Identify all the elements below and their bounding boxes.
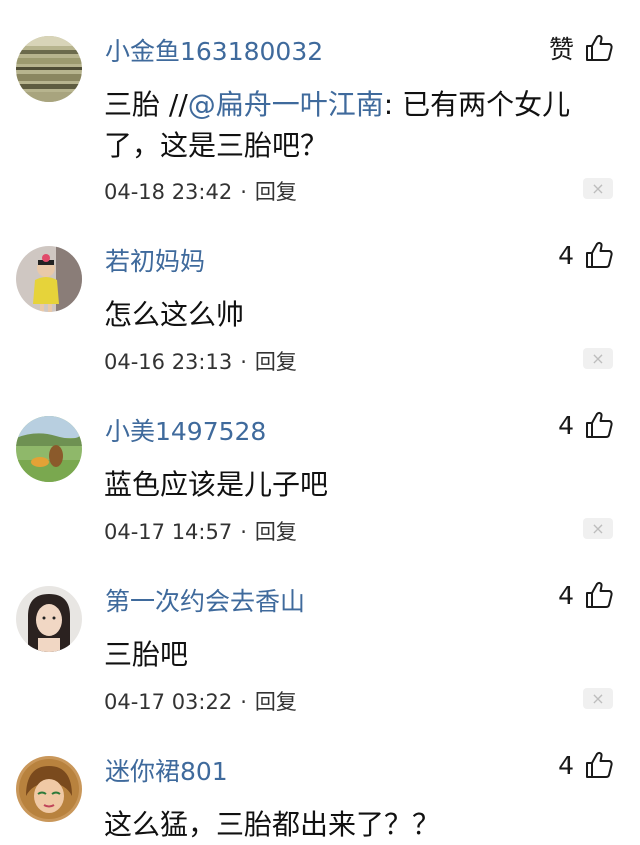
comment-text: 三胎吧 bbox=[104, 638, 189, 671]
thumbs-up-icon bbox=[586, 411, 613, 438]
separator: · bbox=[240, 690, 247, 714]
timestamp: 04-17 14:57 bbox=[104, 520, 233, 544]
thumbs-up-icon bbox=[586, 751, 613, 778]
username[interactable]: 小金鱼163180032 bbox=[105, 32, 323, 68]
comment-meta: 04-16 23:13 · 回复 bbox=[104, 346, 297, 376]
comment-item: 第一次约会去香山 4 三胎吧 04-17 03:22 · 回复 × bbox=[0, 550, 640, 720]
comment-item: 小金鱼163180032 赞 三胎 //@扁舟一叶江南: 已有两个女儿了，这是三… bbox=[0, 0, 640, 220]
like-button[interactable]: 4 bbox=[558, 750, 614, 780]
like-count: 4 bbox=[558, 580, 574, 610]
comment-text: 这么猛，三胎都出来了？？ bbox=[104, 808, 441, 841]
like-count: 4 bbox=[558, 750, 574, 780]
comment-meta: 04-17 14:57 · 回复 bbox=[104, 516, 297, 546]
avatar-image bbox=[16, 756, 82, 822]
comment-item: 小美1497528 4 蓝色应该是儿子吧 04-17 14:57 · 回复 × bbox=[0, 380, 640, 550]
thumbs-up-icon bbox=[586, 241, 613, 268]
thumbs-up-icon bbox=[586, 34, 613, 61]
comment-list: 小金鱼163180032 赞 三胎 //@扁舟一叶江南: 已有两个女儿了，这是三… bbox=[0, 0, 640, 841]
like-button[interactable]: 4 bbox=[558, 410, 614, 440]
comment-meta: 04-17 03:22 · 回复 bbox=[104, 686, 297, 716]
reply-button[interactable]: 回复 bbox=[255, 690, 297, 714]
comment-text: 三胎 //@扁舟一叶江南: 已有两个女儿了，这是三胎吧？ bbox=[104, 84, 604, 166]
like-button[interactable]: 4 bbox=[558, 580, 614, 610]
timestamp: 04-17 03:22 bbox=[104, 690, 233, 714]
separator: · bbox=[240, 520, 247, 544]
avatar[interactable] bbox=[16, 416, 82, 482]
avatar[interactable] bbox=[16, 756, 82, 822]
username[interactable]: 第一次约会去香山 bbox=[105, 582, 305, 618]
avatar-image bbox=[16, 416, 82, 482]
like-button[interactable]: 赞 bbox=[549, 30, 614, 66]
close-icon[interactable]: × bbox=[583, 178, 613, 199]
username[interactable]: 若初妈妈 bbox=[105, 242, 205, 278]
like-count: 4 bbox=[558, 240, 574, 270]
comment-text: 蓝色应该是儿子吧 bbox=[104, 468, 329, 501]
username[interactable]: 迷你裙801 bbox=[105, 752, 228, 788]
reply-button[interactable]: 回复 bbox=[255, 350, 297, 374]
avatar-image bbox=[16, 246, 82, 312]
comment-item: 迷你裙801 4 这么猛，三胎都出来了？？ bbox=[0, 720, 640, 841]
thumbs-up-icon bbox=[586, 581, 613, 608]
timestamp: 04-16 23:13 bbox=[104, 350, 233, 374]
close-icon[interactable]: × bbox=[583, 518, 613, 539]
reply-button[interactable]: 回复 bbox=[255, 520, 297, 544]
like-button[interactable]: 4 bbox=[558, 240, 614, 270]
avatar-image bbox=[16, 36, 82, 102]
separator: · bbox=[240, 350, 247, 374]
separator: · bbox=[240, 180, 247, 204]
comment-meta: 04-18 23:42 · 回复 bbox=[104, 176, 297, 206]
reply-button[interactable]: 回复 bbox=[255, 180, 297, 204]
avatar-image bbox=[16, 586, 82, 652]
comment-text: 怎么这么帅 bbox=[104, 298, 245, 331]
like-count: 4 bbox=[558, 410, 574, 440]
like-label: 赞 bbox=[548, 35, 574, 64]
mention-link[interactable]: @扁舟一叶江南 bbox=[188, 88, 384, 121]
close-icon[interactable]: × bbox=[583, 348, 613, 369]
avatar[interactable] bbox=[16, 586, 82, 652]
avatar[interactable] bbox=[16, 36, 82, 102]
avatar[interactable] bbox=[16, 246, 82, 312]
comment-text-prefix: 三胎 // bbox=[104, 88, 188, 121]
timestamp: 04-18 23:42 bbox=[104, 180, 233, 204]
username[interactable]: 小美1497528 bbox=[105, 412, 266, 448]
comment-item: 若初妈妈 4 怎么这么帅 04-16 23:13 · 回复 × bbox=[0, 210, 640, 380]
close-icon[interactable]: × bbox=[583, 688, 613, 709]
